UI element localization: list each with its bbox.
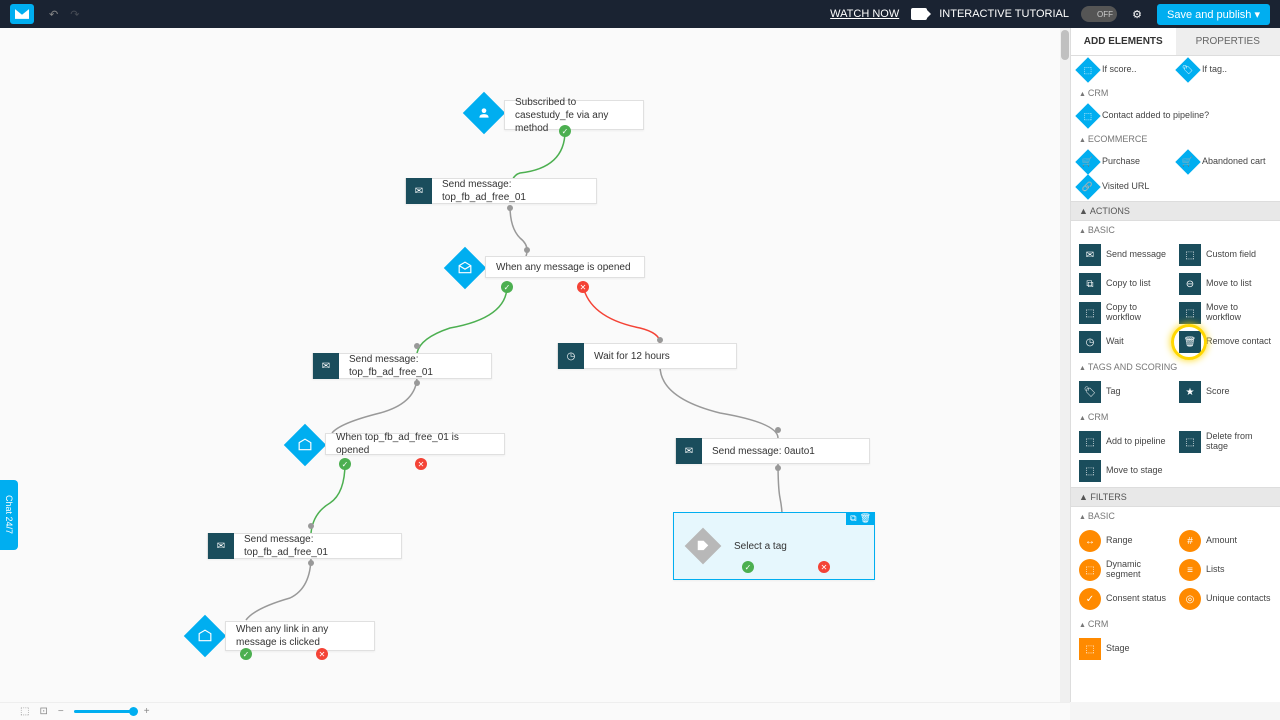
node-opened-any[interactable]: When any message is opened [485, 256, 645, 278]
node-send-3[interactable]: ✉Send message: top_fb_ad_free_01 [207, 533, 402, 559]
camera-icon [911, 8, 927, 20]
port-yes[interactable]: ✓ [339, 458, 351, 470]
mail-icon: ✉ [313, 353, 339, 379]
condition-opened-icon[interactable] [444, 247, 486, 289]
node-select-tag[interactable]: ⧉🗑 Select a tag ✓ ✕ [673, 512, 875, 580]
node-wait[interactable]: ◷Wait for 12 hours [557, 343, 737, 369]
mail-icon: ✉ [208, 533, 234, 559]
clock-icon: ◷ [558, 343, 584, 369]
item-consent-status[interactable]: ✓Consent status [1077, 586, 1174, 612]
mail-icon: ✉ [406, 178, 432, 204]
copy-icon[interactable]: ⧉ [850, 513, 856, 524]
item-move-to-workflow[interactable]: ⬚Move to workflow [1177, 300, 1274, 326]
zoom-slider[interactable] [74, 710, 134, 713]
item-add-pipeline[interactable]: ⬚Add to pipeline [1077, 429, 1174, 455]
section-actions[interactable]: ▲ ACTIONS [1071, 201, 1280, 221]
node-send-1[interactable]: ✉Send message: top_fb_ad_free_01 [405, 178, 597, 204]
item-remove-contact[interactable]: 🗑Remove contact [1177, 329, 1274, 355]
zoom-out-icon[interactable]: − [58, 706, 64, 717]
item-delete-stage[interactable]: ⬚Delete from stage [1177, 429, 1274, 455]
save-publish-button[interactable]: Save and publish ▾ [1157, 4, 1270, 25]
condition-link-click-icon[interactable] [184, 615, 226, 657]
item-visited-url[interactable]: 🔗Visited URL [1077, 176, 1174, 198]
item-custom-field[interactable]: ⬚Custom field [1177, 242, 1274, 268]
group-basic[interactable]: BASIC [1071, 221, 1280, 239]
port-yes[interactable]: ✓ [742, 561, 754, 573]
delete-icon[interactable]: 🗑 [860, 513, 871, 524]
tutorial-toggle[interactable]: OFF [1081, 6, 1117, 22]
item-copy-to-workflow[interactable]: ⬚Copy to workflow [1077, 300, 1174, 326]
item-if-score[interactable]: ⬚If score.. [1077, 59, 1174, 81]
port-no[interactable]: ✕ [818, 561, 830, 573]
item-unique-contacts[interactable]: ◎Unique contacts [1177, 586, 1274, 612]
tag-placeholder-icon [685, 528, 722, 565]
tab-properties[interactable]: PROPERTIES [1176, 28, 1280, 55]
item-lists[interactable]: ≡Lists [1177, 557, 1274, 583]
chat-tab[interactable]: Chat 24/7 [0, 480, 18, 550]
item-range[interactable]: ↔Range [1077, 528, 1174, 554]
item-move-to-list[interactable]: ⊖Move to list [1177, 271, 1274, 297]
item-send-message[interactable]: ✉Send message [1077, 242, 1174, 268]
undo-icon[interactable]: ↶ [49, 8, 58, 21]
port-no[interactable]: ✕ [577, 281, 589, 293]
port-yes[interactable]: ✓ [559, 125, 571, 137]
tab-add-elements[interactable]: ADD ELEMENTS [1071, 28, 1176, 55]
item-wait[interactable]: ◷Wait [1077, 329, 1174, 355]
port-yes[interactable]: ✓ [240, 648, 252, 660]
item-copy-to-list[interactable]: ⧉Copy to list [1077, 271, 1174, 297]
topbar: ↶ ↷ WATCH NOW INTERACTIVE TUTORIAL OFF ⚙… [0, 0, 1280, 28]
workflow-canvas[interactable]: Subscribed to casestudy_fe via any metho… [0, 28, 1070, 702]
item-stage[interactable]: ⬚Stage [1077, 636, 1174, 662]
app-logo[interactable] [10, 4, 34, 24]
watch-now-link[interactable]: WATCH NOW [830, 8, 899, 20]
node-send-auto[interactable]: ✉Send message: 0auto1 [675, 438, 870, 464]
bottom-toolbar: ⬚ ⊡ − + [0, 702, 1070, 720]
port-no[interactable]: ✕ [316, 648, 328, 660]
port-yes[interactable]: ✓ [501, 281, 513, 293]
item-contact-pipeline[interactable]: ⬚Contact added to pipeline? [1077, 105, 1274, 127]
node-link-clicked[interactable]: When any link in any message is clicked [225, 621, 375, 651]
group-tags-scoring[interactable]: TAGS AND SCORING [1071, 358, 1280, 376]
condition-opened-specific-icon[interactable] [284, 424, 326, 466]
zoom-in-icon[interactable]: + [144, 706, 150, 717]
item-purchase[interactable]: 🛒Purchase [1077, 151, 1174, 173]
group-crm-filters[interactable]: CRM [1071, 615, 1280, 633]
group-crm[interactable]: CRM [1071, 84, 1280, 102]
start-trigger-icon[interactable] [463, 92, 505, 134]
gear-icon[interactable]: ⚙ [1129, 6, 1145, 22]
item-if-tag[interactable]: 🏷If tag.. [1177, 59, 1274, 81]
center-icon[interactable]: ⊡ [39, 706, 47, 717]
redo-icon[interactable]: ↷ [70, 8, 79, 21]
group-crm-actions[interactable]: CRM [1071, 408, 1280, 426]
item-move-stage[interactable]: ⬚Move to stage [1077, 458, 1174, 484]
item-tag[interactable]: 🏷Tag [1077, 379, 1174, 405]
group-ecommerce[interactable]: ECOMMERCE [1071, 130, 1280, 148]
port-no[interactable]: ✕ [415, 458, 427, 470]
canvas-scrollbar[interactable] [1060, 28, 1070, 702]
tutorial-label: INTERACTIVE TUTORIAL [939, 8, 1069, 20]
node-opened-specific[interactable]: When top_fb_ad_free_01 is opened [325, 433, 505, 455]
node-subscribed[interactable]: Subscribed to casestudy_fe via any metho… [504, 100, 644, 130]
item-score[interactable]: ★Score [1177, 379, 1274, 405]
item-amount[interactable]: #Amount [1177, 528, 1274, 554]
side-panel: ADD ELEMENTS PROPERTIES ⬚If score.. 🏷If … [1070, 28, 1280, 702]
item-abandoned-cart[interactable]: 🛒Abandoned cart [1177, 151, 1274, 173]
item-dynamic-segment[interactable]: ⬚Dynamic segment [1077, 557, 1174, 583]
section-filters[interactable]: ▲ FILTERS [1071, 487, 1280, 507]
group-basic-filters[interactable]: BASIC [1071, 507, 1280, 525]
mail-icon: ✉ [676, 438, 702, 464]
node-send-2[interactable]: ✉Send message: top_fb_ad_free_01 [312, 353, 492, 379]
fit-icon[interactable]: ⬚ [20, 706, 29, 717]
